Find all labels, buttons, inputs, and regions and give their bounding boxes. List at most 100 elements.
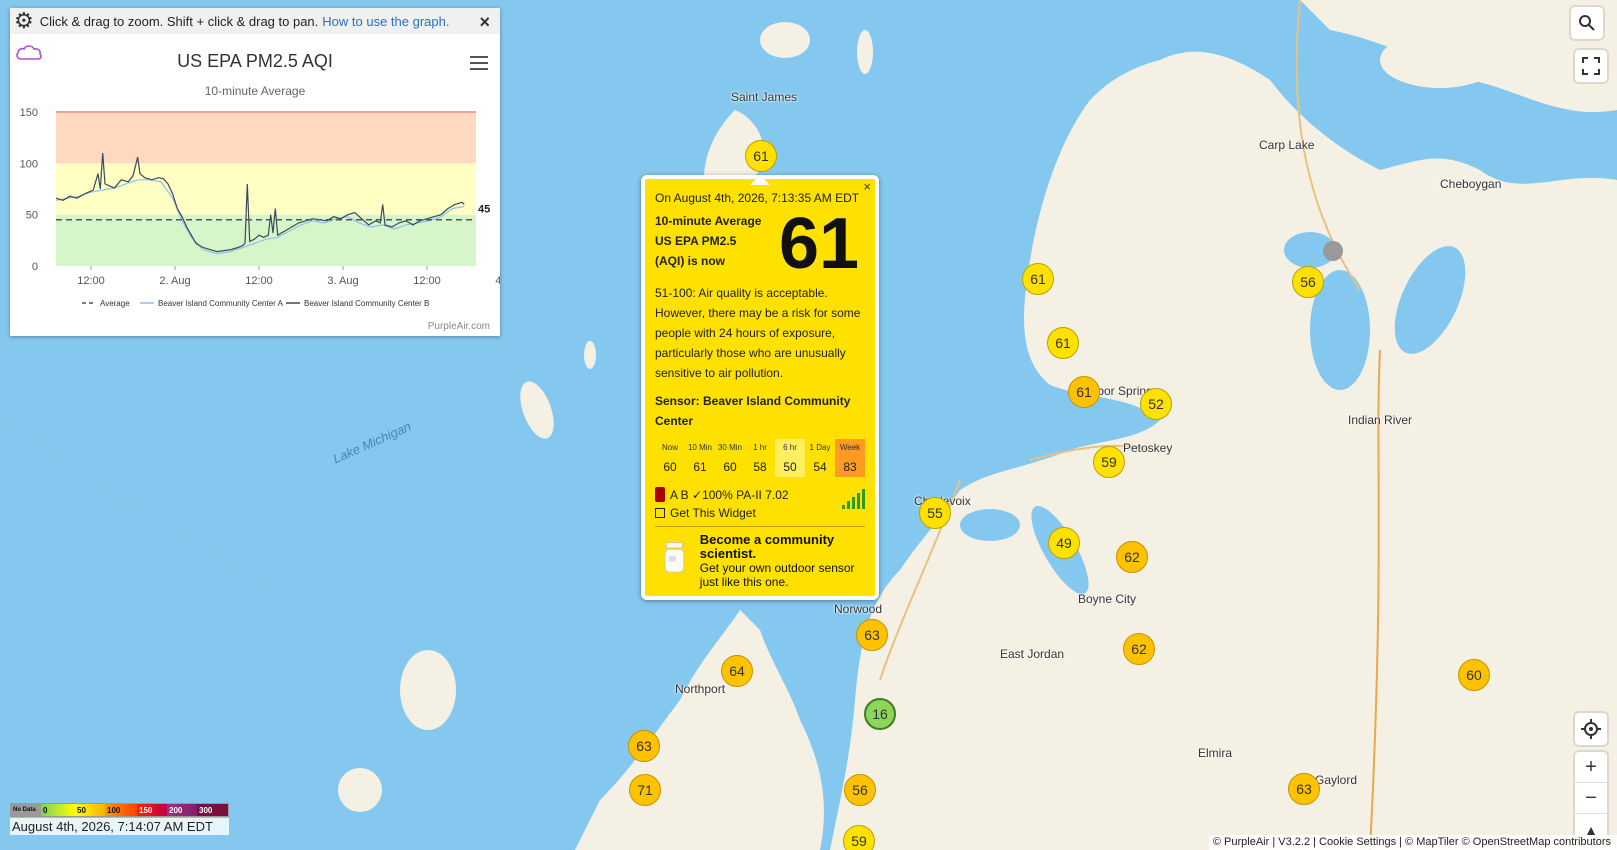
thermometer-icon[interactable]	[655, 487, 665, 502]
sensor-popup: × On August 4th, 2026, 7:13:35 AM EDT 10…	[641, 175, 879, 600]
chart-title: US EPA PM2.5 AQI	[177, 51, 333, 71]
chart-band	[56, 163, 476, 215]
y-tick-label: 100	[20, 158, 38, 170]
sensor-marker[interactable]: 59	[1093, 446, 1125, 478]
legend-label: 100	[105, 804, 137, 816]
popup-description: 10-minute Average US EPA PM2.5 (AQI) is …	[655, 211, 773, 271]
sensor-marker[interactable]: 63	[1288, 773, 1320, 805]
avg-col-10min[interactable]: 10 Min 61	[685, 439, 715, 477]
place-label: Norwood	[834, 602, 883, 616]
y-tick-label: 150	[20, 107, 38, 119]
x-tick-label: 12:00	[77, 275, 105, 287]
fullscreen-button[interactable]	[1575, 50, 1607, 82]
avg-col-6hr[interactable]: 6 hr 50	[775, 439, 805, 477]
place-label: Gaylord	[1315, 773, 1358, 787]
sensor-name: Sensor: Beaver Island Community Center	[655, 394, 851, 428]
chart-band	[56, 214, 476, 266]
sensor-marker[interactable]: 61	[1068, 376, 1100, 408]
sensor-marker[interactable]: 61	[1022, 263, 1054, 295]
sensor-marker[interactable]: 16	[864, 698, 896, 730]
chart-band	[56, 112, 476, 164]
community-title: Become a community scientist.	[699, 532, 835, 561]
sensor-marker[interactable]: 59	[843, 825, 875, 850]
aqi-color-scale: No Data 0 50 100 150 200 300	[10, 803, 229, 817]
legend-label: 150	[137, 804, 167, 816]
legend-entry: Average	[100, 299, 130, 308]
x-tick-label: 2. Aug	[159, 275, 190, 287]
legend-label: 200	[167, 804, 197, 816]
sensor-status: A B ✓100% PA-II 7.02	[655, 487, 865, 509]
place-label: Petoskey	[1123, 441, 1173, 455]
place-label: Northport	[675, 682, 726, 696]
air-quality-message: 51-100: Air quality is acceptable. Howev…	[655, 286, 861, 380]
get-widget-row[interactable]: Get This Widget	[655, 506, 865, 520]
sensor-marker[interactable]: 52	[1140, 388, 1172, 420]
community-promo[interactable]: Become a community scientist. Get your o…	[655, 533, 865, 589]
widget-icon	[655, 508, 665, 518]
desc-line: 10-minute Average	[655, 214, 762, 228]
desc-line: (AQI) is now	[655, 254, 725, 268]
sensor-marker[interactable]: 63	[628, 730, 660, 762]
place-label: Indian River	[1348, 413, 1413, 427]
sensor-marker[interactable]: 60	[1458, 659, 1490, 691]
legend-label: 0	[41, 804, 75, 816]
place-label: Cheboygan	[1440, 177, 1502, 191]
hamburger-menu-icon[interactable]	[470, 56, 488, 70]
place-label: Carp Lake	[1259, 138, 1315, 152]
geolocate-button[interactable]	[1575, 713, 1607, 745]
avg-col-now[interactable]: Now 60	[655, 439, 685, 477]
avg-col-1day[interactable]: 1 Day 54	[805, 439, 835, 477]
place-label: Elmira	[1198, 746, 1233, 760]
status-text: A B ✓100% PA-II 7.02	[670, 487, 789, 502]
zoom-controls: + − ▲	[1575, 752, 1607, 846]
place-label: Boyne City	[1078, 592, 1137, 606]
popup-date: On August 4th, 2026, 7:13:35 AM EDT	[655, 191, 860, 205]
averages-table: Now 60 10 Min 61 30 Min 60 1 hr 58 6 hr 50 1 …	[655, 439, 865, 477]
hint-text: Click & drag to zoom. Shift + click & dr…	[39, 13, 319, 29]
sensor-marker[interactable]: 56	[844, 774, 876, 806]
last-value-label: 45	[478, 204, 490, 216]
x-tick-label: 12:00	[245, 275, 273, 287]
sensor-marker[interactable]: 61	[1047, 327, 1079, 359]
sensor-marker[interactable]: 64	[721, 655, 753, 687]
sensor-marker[interactable]: 62	[1116, 541, 1148, 573]
place-label: Saint James	[731, 90, 798, 104]
search-icon	[1579, 15, 1595, 31]
chart-credit[interactable]: PurpleAir.com	[428, 321, 490, 332]
locate-icon	[1581, 719, 1601, 739]
sensor-marker[interactable]: 55	[919, 497, 951, 529]
signal-strength-icon	[842, 489, 865, 509]
x-tick-label: 4. Aug	[495, 275, 500, 287]
map-attribution[interactable]: © PurpleAir | V3.2.2 | Cookie Settings |…	[1208, 835, 1617, 850]
get-widget-link[interactable]: Get This Widget	[670, 506, 756, 520]
chart-subtitle: 10-minute Average	[204, 84, 306, 98]
close-icon[interactable]: ×	[479, 12, 490, 33]
avg-col-1hr[interactable]: 1 hr 58	[745, 439, 775, 477]
chart-hint-bar: ⚙ Click & drag to zoom. Shift + click & …	[10, 8, 500, 34]
legend-entry: Beaver Island Community Center A	[158, 299, 284, 308]
x-tick-label: 12:00	[413, 275, 441, 287]
chart-panel: ⚙ Click & drag to zoom. Shift + click & …	[10, 8, 500, 336]
sensor-marker[interactable]: 56	[1292, 266, 1324, 298]
divider	[655, 526, 865, 527]
popup-close-icon[interactable]: ×	[863, 179, 871, 194]
sensor-device-icon	[664, 542, 685, 573]
avg-col-30min[interactable]: 30 Min 60	[715, 439, 745, 477]
gear-icon[interactable]: ⚙	[14, 8, 34, 34]
sensor-marker[interactable]: 49	[1048, 527, 1080, 559]
sensor-marker[interactable]: 71	[629, 774, 661, 806]
place-label: East Jordan	[1000, 647, 1065, 661]
y-tick-label: 50	[26, 210, 38, 222]
search-button[interactable]	[1571, 7, 1603, 39]
sensor-marker[interactable]: 63	[856, 619, 888, 651]
inactive-sensor-marker[interactable]	[1323, 241, 1343, 261]
aqi-chart[interactable]: 0 50 100 150 12:00 2. Aug 12:00 3. Aug 12:00 4. A…	[10, 100, 500, 320]
sensor-marker[interactable]: 62	[1123, 633, 1155, 665]
avg-col-week[interactable]: Week 83	[835, 439, 865, 477]
y-tick-label: 0	[32, 261, 38, 273]
aqi-value: 61	[779, 204, 860, 284]
zoom-out-button[interactable]: −	[1575, 783, 1607, 814]
zoom-in-button[interactable]: +	[1575, 752, 1607, 783]
how-to-link[interactable]: How to use the graph.	[322, 14, 449, 29]
x-tick-label: 3. Aug	[327, 275, 358, 287]
